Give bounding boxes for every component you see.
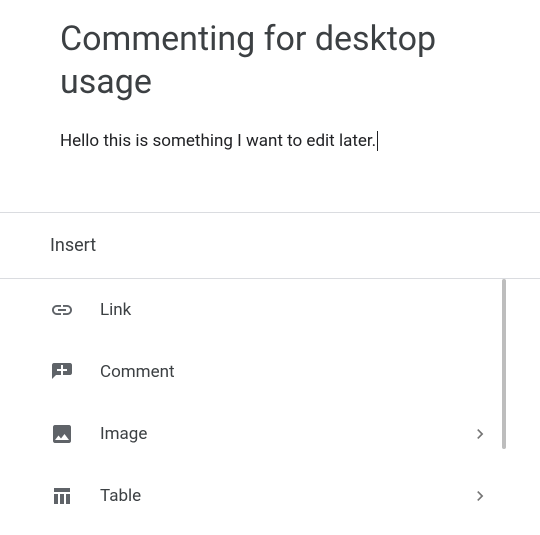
document-area: Commenting for desktop usage Hello this … (0, 0, 540, 192)
chevron-right-icon (470, 424, 490, 444)
link-icon (50, 298, 74, 322)
insert-item-label: Table (100, 486, 470, 506)
insert-item-label: Comment (100, 362, 490, 382)
insert-item-label: Image (100, 424, 470, 444)
comment-icon (50, 360, 74, 384)
insert-menu: Link Comment Image Table (0, 278, 540, 527)
table-icon (50, 484, 74, 508)
insert-item-label: Link (100, 300, 490, 320)
scroll-indicator[interactable] (502, 279, 506, 449)
insert-item-image[interactable]: Image (0, 403, 540, 465)
insert-item-comment[interactable]: Comment (0, 341, 540, 403)
document-body[interactable]: Hello this is something I want to edit l… (60, 131, 480, 152)
document-body-text[interactable]: Hello this is something I want to edit l… (60, 131, 376, 151)
chevron-right-icon (470, 486, 490, 506)
insert-sheet-heading: Insert (0, 213, 540, 278)
insert-item-link[interactable]: Link (0, 279, 540, 341)
insert-item-table[interactable]: Table (0, 465, 540, 527)
image-icon (50, 422, 74, 446)
text-cursor (377, 131, 378, 151)
insert-sheet: Insert Link Comment Image (0, 212, 540, 527)
document-title[interactable]: Commenting for desktop usage (60, 18, 480, 103)
